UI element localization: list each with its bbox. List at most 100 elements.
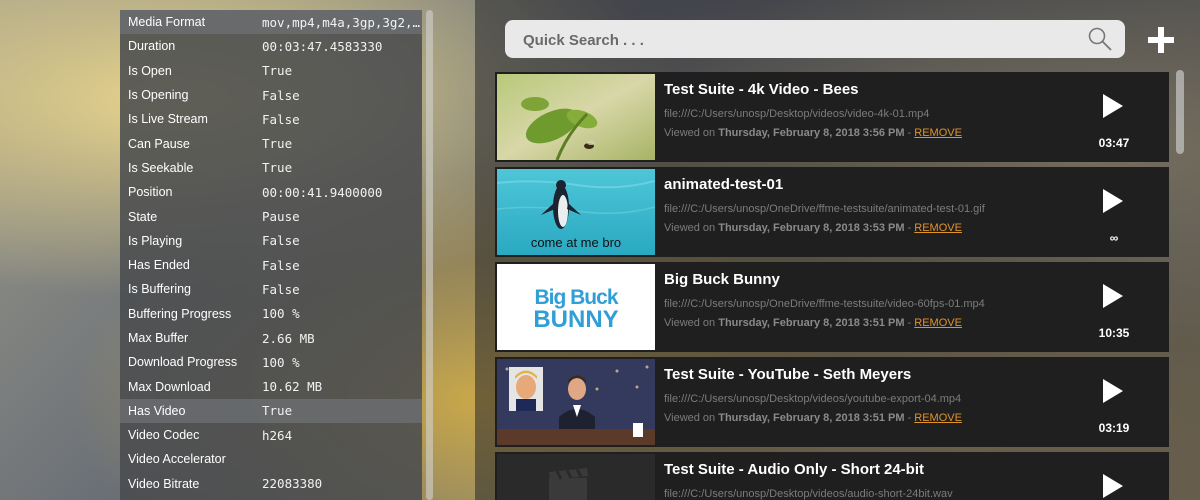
info-label: State [128, 209, 158, 224]
viewed-prefix: Viewed on [664, 412, 719, 424]
entry-viewed: Viewed on Thursday, February 8, 2018 3:5… [664, 222, 962, 234]
remove-link[interactable]: REMOVE [914, 222, 962, 234]
info-label: Video Bitrate [128, 476, 200, 491]
info-label: Is Opening [128, 88, 189, 103]
viewed-prefix: Viewed on [664, 127, 719, 139]
info-label: Duration [128, 39, 176, 54]
info-label: Is Open [128, 63, 172, 78]
info-row-is-open: Is Open True [120, 59, 422, 83]
info-value: 2.66 MB [262, 330, 315, 346]
playlist-item[interactable]: Test Suite - 4k Video - Bees file:///C:/… [495, 72, 1169, 162]
viewed-prefix: Viewed on [664, 317, 719, 329]
remove-link[interactable]: REMOVE [914, 317, 962, 329]
info-label: Video Codec [128, 428, 200, 443]
info-row-is-playing: Is Playing False [120, 229, 422, 253]
info-value: False [262, 233, 300, 249]
entry-path: file:///C:/Users/unosp/Desktop/videos/yo… [664, 393, 962, 405]
search-icon[interactable] [1087, 26, 1113, 52]
info-label: Max Download [128, 379, 211, 394]
play-icon[interactable] [1101, 93, 1125, 119]
info-value: 10.62 MB [262, 379, 323, 395]
playlist-scrollbar[interactable] [1176, 70, 1184, 154]
info-value: True [262, 160, 293, 176]
entry-viewed: Viewed on Thursday, February 8, 2018 3:5… [664, 317, 962, 329]
info-value: 100 % [262, 354, 300, 370]
viewed-date: Thursday, February 8, 2018 3:51 PM [718, 412, 905, 424]
viewed-prefix: Viewed on [664, 222, 719, 234]
info-value: 100 % [262, 306, 300, 322]
info-label: Can Pause [128, 136, 190, 151]
playlist-item[interactable]: Big Buck BUNNY Big Buck Bunny file:///C:… [495, 262, 1169, 352]
info-value: 22083380 [262, 476, 323, 492]
info-row-max-download: Max Download 10.62 MB [120, 374, 422, 398]
video-thumbnail[interactable] [497, 359, 655, 445]
remove-link[interactable]: REMOVE [914, 127, 962, 139]
thumbnail-caption: come at me bro [530, 235, 622, 250]
info-row-can-pause: Can Pause True [120, 131, 422, 155]
info-panel-scrollbar[interactable] [426, 10, 433, 500]
info-label: Is Buffering [128, 282, 192, 297]
info-value: True [262, 136, 293, 152]
play-icon[interactable] [1101, 473, 1125, 499]
quick-search-box[interactable] [505, 20, 1125, 60]
entry-path: file:///C:/Users/unosp/Desktop/videos/au… [664, 488, 953, 500]
viewed-date: Thursday, February 8, 2018 3:51 PM [718, 317, 905, 329]
remove-link[interactable]: REMOVE [914, 412, 962, 424]
entry-path: file:///C:/Users/unosp/OneDrive/ffme-tes… [664, 298, 985, 310]
info-row-video-bitrate: Video Bitrate 22083380 [120, 472, 422, 496]
separator: - [904, 222, 915, 234]
info-value: False [262, 111, 300, 127]
play-icon[interactable] [1101, 378, 1125, 404]
info-row-is-live-stream: Is Live Stream False [120, 107, 422, 131]
clapperboard-icon [549, 468, 588, 500]
entry-viewed: Viewed on Thursday, February 8, 2018 3:5… [664, 412, 962, 424]
info-row-has-video: Has Video True [120, 398, 422, 424]
entry-duration: 03:19 [1098, 421, 1130, 435]
viewed-date: Thursday, February 8, 2018 3:56 PM [718, 127, 905, 139]
audio-thumbnail[interactable] [497, 454, 655, 500]
entry-title[interactable]: Test Suite - 4k Video - Bees [664, 81, 859, 98]
play-icon[interactable] [1101, 283, 1125, 309]
entry-title[interactable]: Test Suite - YouTube - Seth Meyers [664, 366, 911, 383]
video-thumbnail[interactable]: Big Buck BUNNY [497, 264, 655, 350]
add-icon[interactable] [1145, 24, 1177, 56]
info-label: Position [128, 185, 173, 200]
info-row-video-accelerator: Video Accelerator [120, 447, 422, 471]
info-row-is-buffering: Is Buffering False [120, 277, 422, 301]
entry-title[interactable]: animated-test-01 [664, 176, 783, 193]
info-value: False [262, 257, 300, 273]
entry-title[interactable]: Test Suite - Audio Only - Short 24-bit [664, 461, 924, 478]
play-icon[interactable] [1101, 188, 1125, 214]
info-value: True [262, 403, 293, 419]
entry-viewed: Viewed on Thursday, February 8, 2018 3:5… [664, 127, 962, 139]
bees-thumbnail-image [497, 74, 655, 160]
info-row-is-seekable: Is Seekable True [120, 156, 422, 180]
playlist-item[interactable]: Test Suite - YouTube - Seth Meyers file:… [495, 357, 1169, 447]
video-thumbnail[interactable]: come at me bro [497, 169, 655, 255]
separator: - [904, 317, 915, 329]
info-value: Pause [262, 209, 300, 225]
separator: - [904, 127, 915, 139]
entry-path: file:///C:/Users/unosp/OneDrive/ffme-tes… [664, 203, 985, 215]
info-label: Buffering Progress [128, 306, 232, 321]
video-thumbnail[interactable] [497, 74, 655, 160]
info-value: 00:03:47.4583330 [262, 38, 383, 54]
info-row-duration: Duration 00:03:47.4583330 [120, 34, 422, 58]
info-value: h264 [262, 427, 293, 443]
info-label: Is Seekable [128, 160, 194, 175]
quick-search-input[interactable] [521, 20, 1075, 60]
info-label: Download Progress [128, 355, 238, 370]
thumbnail-logo-bottom: BUNNY [533, 306, 619, 333]
entry-title[interactable]: Big Buck Bunny [664, 271, 780, 288]
info-row-media-format: Media Format mov,mp4,m4a,3gp,3g2,mj2 [120, 10, 422, 35]
info-value: False [262, 281, 300, 297]
info-label: Is Live Stream [128, 112, 208, 127]
info-value: True [262, 63, 293, 79]
info-row-buffering-progress: Buffering Progress 100 % [120, 302, 422, 326]
playlist-item[interactable]: come at me bro animated-test-01 file:///… [495, 167, 1169, 257]
entry-path: file:///C:/Users/unosp/Desktop/videos/vi… [664, 108, 930, 120]
info-label: Has Video [128, 403, 186, 418]
playlist-item[interactable]: Test Suite - Audio Only - Short 24-bit f… [495, 452, 1169, 500]
talkshow-thumbnail-image [497, 359, 655, 445]
info-value: mov,mp4,m4a,3gp,3g2,mj2 [262, 14, 422, 30]
